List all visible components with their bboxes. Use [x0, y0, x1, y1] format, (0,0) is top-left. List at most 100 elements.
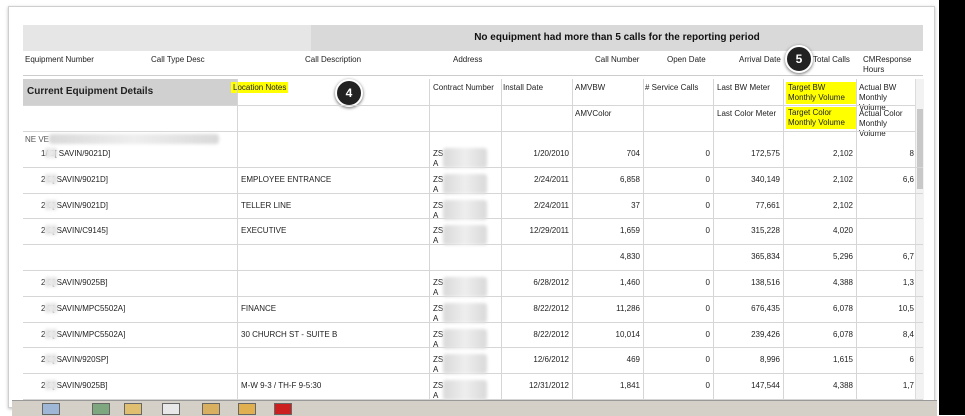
target-bw-cell: 2,102	[832, 149, 853, 158]
actual-bw-cell: 6	[909, 355, 914, 365]
last-bw-meter-cell: 239,426	[751, 329, 780, 339]
equipment-number-cell: 2 9[ SAVIN/9025B]	[41, 278, 108, 287]
install-date-cell: 1/20/2010	[533, 149, 569, 158]
amv-bw-cell: 4,830	[619, 252, 640, 262]
equipment-number-cell: 2 2[ SAVIN/920SP]	[41, 355, 109, 365]
taskbar-app-icon[interactable]	[92, 403, 110, 415]
redacted-blur	[49, 134, 219, 144]
no-calls-banner: No equipment had more than 5 calls for t…	[311, 25, 923, 51]
service-calls-cell: 0	[705, 278, 710, 287]
amv-bw-cell: 1,659	[619, 226, 640, 236]
header-amv-bw: AMVBW	[575, 83, 606, 92]
redacted-blur	[45, 199, 57, 210]
taskbar-app-icon[interactable]	[124, 403, 142, 415]
redacted-blur	[45, 277, 57, 287]
install-date-cell: 2/24/2011	[534, 200, 569, 210]
redacted-blur	[443, 302, 487, 323]
taskbar-app-icon[interactable]	[162, 403, 180, 415]
service-calls-cell: 0	[705, 149, 710, 158]
equipment-number-cell: 2 9[ SAVIN/MPC5502A]	[41, 329, 126, 339]
install-date-cell: 8/22/2012	[533, 329, 569, 339]
service-calls-cell: 0	[705, 200, 710, 210]
service-calls-cell: 0	[705, 355, 710, 365]
redacted-blur	[443, 225, 487, 246]
amv-bw-cell: 6,858	[619, 174, 640, 184]
target-bw-cell: 6,078	[832, 329, 853, 339]
redacted-blur	[45, 148, 57, 158]
target-bw-cell: 4,388	[832, 278, 853, 287]
grid-line	[23, 105, 923, 106]
amv-bw-cell: 469	[626, 355, 640, 365]
banner-left-blank	[23, 25, 311, 51]
redacted-blur	[443, 328, 487, 349]
last-bw-meter-cell: 340,149	[751, 174, 780, 184]
grid-line	[23, 131, 923, 132]
header-install-date: Install Date	[503, 83, 544, 92]
target-bw-cell: 4,020	[832, 226, 853, 236]
redacted-blur	[45, 354, 57, 365]
equipment-number-cell: 2 5[ SAVIN/9025B]	[41, 381, 108, 391]
service-calls-cell: 0	[705, 174, 710, 184]
taskbar-app-icon[interactable]	[274, 403, 292, 415]
header-location-notes: Location Notes	[231, 82, 289, 93]
header-last-bw-meter: Last BW Meter	[717, 83, 770, 92]
col-address: Address	[453, 55, 483, 64]
scrollbar-thumb[interactable]	[917, 109, 923, 189]
taskbar-app-icon[interactable]	[202, 403, 220, 415]
black-edge	[939, 0, 965, 415]
redacted-blur	[45, 328, 57, 339]
last-bw-meter-cell: 365,834	[751, 252, 780, 262]
target-bw-cell: 2,102	[832, 174, 853, 184]
screenshot-frame: No equipment had more than 5 calls for t…	[0, 0, 965, 416]
service-calls-cell: 0	[705, 329, 710, 339]
redacted-blur	[443, 148, 487, 168]
service-calls-cell: 0	[705, 381, 710, 391]
last-bw-meter-cell: 315,228	[751, 226, 780, 236]
header-service-calls: # Service Calls	[645, 83, 699, 92]
redacted-blur	[45, 173, 57, 184]
target-bw-cell: 5,296	[832, 252, 853, 262]
actual-bw-cell: 8	[909, 149, 914, 158]
location-notes-cell: FINANCE	[241, 303, 277, 313]
target-bw-cell: 6,078	[832, 303, 853, 313]
target-bw-cell: 4,388	[832, 381, 853, 391]
install-date-cell: 12/31/2012	[528, 381, 569, 391]
report-canvas: No equipment had more than 5 calls for t…	[8, 6, 935, 408]
location-notes-cell: 30 CHURCH ST - SUITE B	[241, 329, 338, 339]
section-title: Current Equipment Details	[23, 79, 237, 105]
amv-bw-cell: 11,286	[616, 303, 640, 313]
equipment-number-cell: 1/ 5[ SAVIN/9021D]	[41, 149, 111, 158]
taskbar-app-icon[interactable]	[42, 403, 60, 415]
amv-bw-cell: 37	[631, 200, 640, 210]
header-target-bw: Target BW Monthly Volume	[786, 82, 856, 104]
col-equipment-number: Equipment Number	[25, 55, 94, 64]
service-calls-cell: 0	[705, 226, 710, 236]
col-call-type-desc: Call Type Desc	[151, 55, 205, 64]
actual-bw-cell: 8,4	[902, 329, 914, 339]
install-date-cell: 12/6/2012	[533, 355, 569, 365]
equipment-number-cell: 2 5[ SAVIN/9021D]	[41, 174, 108, 184]
last-bw-meter-cell: 172,575	[751, 149, 780, 158]
location-notes-cell: EXECUTIVE	[241, 226, 287, 236]
last-bw-meter-cell: 676,435	[751, 303, 780, 313]
amv-bw-cell: 10,014	[615, 329, 640, 339]
install-date-cell: 2/24/2011	[534, 174, 569, 184]
step-badge-4: 4	[335, 79, 363, 107]
redacted-blur	[443, 173, 487, 194]
taskbar-app-icon[interactable]	[238, 403, 256, 415]
actual-bw-cell: 6,6	[902, 174, 914, 184]
amv-bw-cell: 1,841	[619, 381, 640, 391]
actual-bw-cell: 6,7	[902, 252, 914, 262]
col-open-date: Open Date	[667, 55, 706, 64]
equipment-number-cell: 2 7[ SAVIN/MPC5502A]	[41, 303, 126, 313]
install-date-cell: 6/28/2012	[533, 278, 569, 287]
target-bw-cell: 2,102	[832, 200, 853, 210]
grid-line	[23, 270, 923, 271]
redacted-blur	[443, 354, 487, 375]
header-contract-number: Contract Number	[433, 83, 494, 92]
actual-bw-cell: 1,3	[902, 278, 914, 287]
actual-bw-cell: 10,5	[898, 303, 914, 313]
redacted-blur	[45, 380, 57, 391]
equipment-number-cell: 2 1[ SAVIN/C9145]	[41, 226, 108, 236]
col-call-number: Call Number	[595, 55, 640, 64]
